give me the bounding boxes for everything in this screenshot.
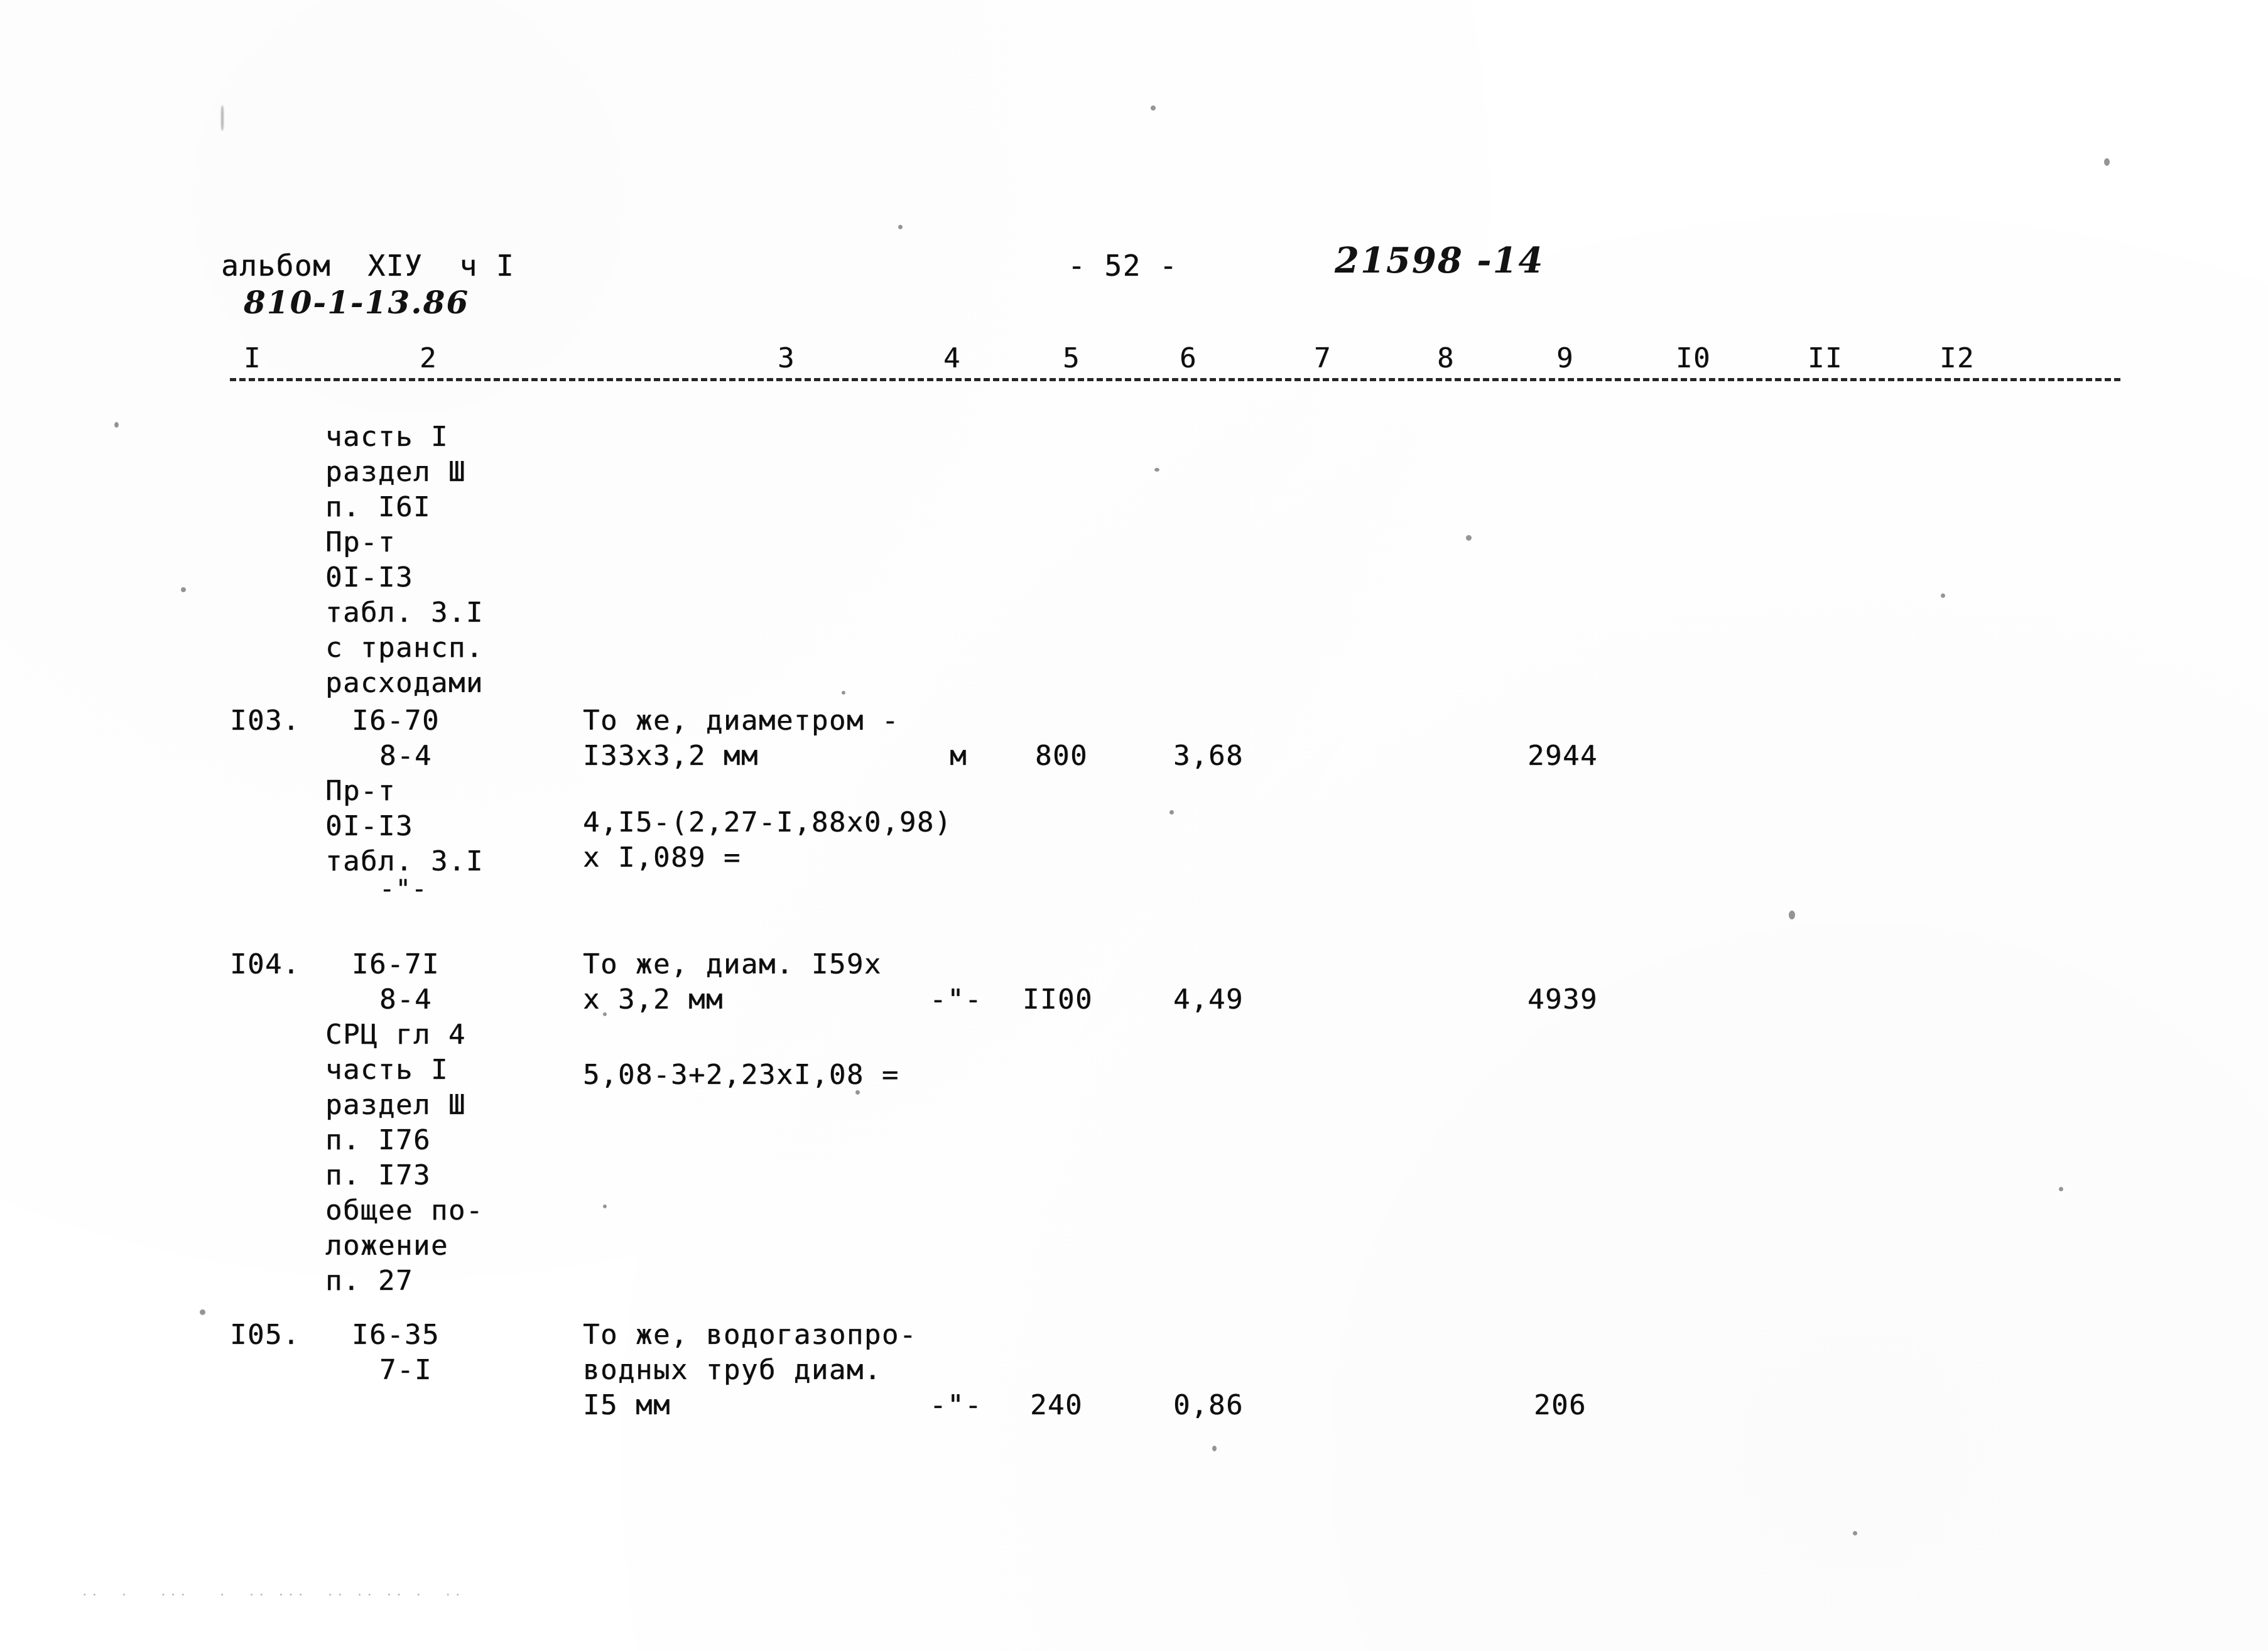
table-row-formula-line: х I,089 =	[583, 842, 741, 874]
scan-speck	[603, 1012, 607, 1016]
table-row-price: 4,49	[1173, 983, 1244, 1015]
continued-block-line-1: часть I	[325, 421, 448, 453]
table-row-description-line: I5 мм	[583, 1389, 671, 1421]
table-row-code-line: ложение	[325, 1230, 448, 1262]
column-header-number-4: 4	[943, 342, 961, 374]
table-row-number: I04.	[230, 948, 300, 980]
table-row-quantity: 240	[1030, 1389, 1083, 1421]
table-row-total: 4939	[1527, 983, 1598, 1015]
table-row-description-line: То же, водогазопро-	[583, 1319, 917, 1351]
scan-speck	[1169, 810, 1174, 815]
scan-speck	[1154, 468, 1159, 472]
column-header-number-1: I	[244, 342, 261, 374]
table-row-code-line: I6-35	[352, 1319, 440, 1351]
table-row-code-line: СРЦ гл 4	[325, 1019, 466, 1051]
table-row-description-line: водных труб диам.	[583, 1354, 882, 1386]
column-header-number-10: I0	[1676, 342, 1711, 374]
bottom-scan-artifact: ·· · ··· · ·· ··· ·· ·· ·· · ··	[82, 1589, 465, 1601]
table-row-code-line: I6-70	[352, 705, 440, 737]
scan-speck	[114, 422, 119, 428]
table-row-quantity: II00	[1023, 983, 1093, 1015]
stamp-number-handwritten: 21598 -14	[1335, 240, 1544, 281]
table-row-code-line: I6-7I	[352, 948, 440, 980]
scanned-page: альбом XIУ ч I 810-1-13.86 - 52 - 21598 …	[0, 0, 2268, 1651]
table-row-code-line: 8-4	[379, 983, 432, 1015]
scan-speck	[221, 106, 224, 131]
scan-speck	[855, 1090, 860, 1095]
continued-block-line-8: расходами	[325, 667, 484, 699]
column-header-number-12: I2	[1940, 342, 1975, 374]
scan-speck	[1151, 106, 1156, 111]
table-row-formula-line: 5,08-3+2,23хI,08 =	[583, 1059, 899, 1091]
continued-block-line-2: раздел Ш	[325, 456, 466, 488]
scan-speck	[603, 1204, 607, 1208]
page-number: - 52 -	[1068, 249, 1178, 283]
table-row-code-line: часть I	[325, 1054, 448, 1086]
table-row-code-line: 7-I	[379, 1354, 432, 1386]
album-code-handwritten: 810-1-13.86	[244, 284, 470, 321]
continued-block-line-6: табл. 3.I	[325, 597, 484, 629]
table-row-price: 0,86	[1173, 1389, 1244, 1421]
scan-speck	[1853, 1531, 1857, 1535]
scan-speck	[842, 691, 845, 695]
scan-speck	[1466, 535, 1472, 541]
column-header-number-2: 2	[420, 342, 437, 374]
column-header-number-3: 3	[778, 342, 795, 374]
scan-speck	[2104, 158, 2110, 166]
table-row-description-line: I33х3,2 мм	[583, 740, 759, 772]
table-row-number: I05.	[230, 1319, 300, 1351]
table-row-code-line: п. I73	[325, 1159, 431, 1191]
table-row-code-line: п. I76	[325, 1124, 431, 1156]
table-row-code-line: 0I-I3	[325, 810, 413, 842]
table-row-unit: м	[950, 740, 967, 772]
scan-speck	[1212, 1446, 1217, 1451]
continued-block-line-4: Пр-т	[325, 526, 396, 558]
scan-speck	[2059, 1187, 2063, 1191]
album-header-label: альбом XIУ ч I	[221, 249, 515, 283]
table-row-total: 2944	[1527, 740, 1598, 772]
table-row-total: 206	[1534, 1389, 1587, 1421]
table-row-description-line: То же, диам. I59х	[583, 948, 882, 980]
scan-speck	[200, 1309, 205, 1315]
table-row-number: I03.	[230, 705, 300, 737]
table-row-code-line: раздел Ш	[325, 1089, 466, 1121]
column-header-number-11: II	[1808, 342, 1843, 374]
column-header-number-8: 8	[1437, 342, 1455, 374]
table-row-code-line: Пр-т	[325, 775, 396, 807]
column-header-number-6: 6	[1180, 342, 1197, 374]
table-row-unit: -"-	[930, 1389, 982, 1421]
column-header-number-9: 9	[1556, 342, 1574, 374]
table-row-unit: -"-	[930, 983, 982, 1015]
scan-speck	[1941, 593, 1945, 598]
continued-block-line-7: с трансп.	[325, 632, 484, 664]
table-row-price: 3,68	[1173, 740, 1244, 772]
table-row-quantity: 800	[1035, 740, 1088, 772]
table-row-code-line: п. 27	[325, 1265, 413, 1297]
column-header-dashed-rule	[230, 378, 2120, 381]
continued-block-line-5: 0I-I3	[325, 561, 413, 593]
table-row-formula-line: 4,I5-(2,27-I,88х0,98)	[583, 806, 952, 838]
table-row-code-line: общее по-	[325, 1194, 484, 1226]
scan-speck	[181, 587, 186, 592]
scan-speck	[898, 225, 903, 229]
table-row-ditto-mark: -"-	[379, 875, 428, 904]
column-header-number-5: 5	[1063, 342, 1080, 374]
column-header-number-7: 7	[1314, 342, 1332, 374]
scan-speck	[1789, 911, 1795, 919]
table-row-code-line: 8-4	[379, 740, 432, 772]
continued-block-line-3: п. I6I	[325, 491, 431, 523]
table-row-description-line: То же, диаметром -	[583, 705, 899, 737]
